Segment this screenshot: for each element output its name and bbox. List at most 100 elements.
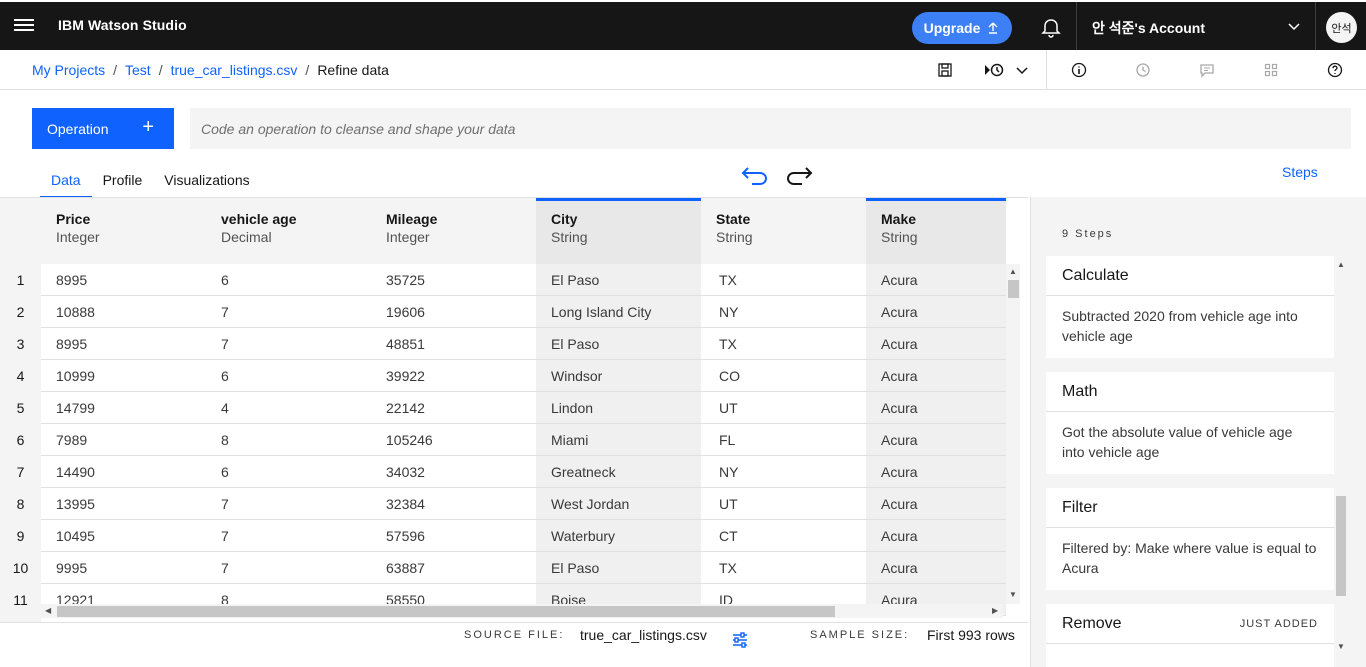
vertical-scrollbar[interactable]: ▲ ▼ (1006, 264, 1020, 604)
cell-mileage[interactable]: 63887 (371, 552, 536, 583)
operation-code-input[interactable] (190, 108, 1351, 149)
cell-state[interactable]: TX (701, 552, 866, 583)
cell-state[interactable]: TX (701, 328, 866, 359)
cell-mileage[interactable]: 105246 (371, 424, 536, 455)
table-row[interactable]: 13995 7 32384 West Jordan UT Acura (41, 488, 1006, 520)
scroll-right-icon[interactable]: ▶ (992, 606, 998, 615)
cell-make[interactable]: Acura (866, 488, 1006, 519)
cell-state[interactable]: CT (701, 520, 866, 551)
table-row[interactable]: 10495 7 57596 Waterbury CT Acura (41, 520, 1006, 552)
cell-price[interactable]: 13995 (41, 488, 206, 519)
history-icon[interactable] (1135, 62, 1151, 78)
cell-mileage[interactable]: 32384 (371, 488, 536, 519)
cell-mileage[interactable]: 35725 (371, 264, 536, 295)
cell-price[interactable]: 14799 (41, 392, 206, 423)
info-icon[interactable] (1071, 62, 1087, 78)
column-header-price[interactable]: Price Integer (41, 198, 206, 264)
undo-icon[interactable] (740, 164, 770, 186)
cell-make[interactable]: Acura (866, 552, 1006, 583)
column-header-city[interactable]: City String (536, 198, 701, 264)
hamburger-menu-icon[interactable] (14, 16, 34, 36)
tab-profile[interactable]: Profile (92, 172, 154, 198)
cell-city[interactable]: Waterbury (536, 520, 701, 551)
cell-make[interactable]: Acura (866, 360, 1006, 391)
cell-price[interactable]: 14490 (41, 456, 206, 487)
cell-make[interactable]: Acura (866, 264, 1006, 295)
cell-city[interactable]: El Paso (536, 328, 701, 359)
chevron-down-icon[interactable] (1287, 20, 1301, 34)
cell-mileage[interactable]: 48851 (371, 328, 536, 359)
cell-make[interactable]: Acura (866, 296, 1006, 327)
step-card-calculate[interactable]: Calculate Subtracted 2020 from vehicle a… (1046, 256, 1334, 358)
scroll-left-icon[interactable]: ◀ (45, 606, 51, 615)
cell-vehicle-age[interactable]: 7 (206, 488, 371, 519)
cell-state[interactable]: NY (701, 296, 866, 327)
cell-vehicle-age[interactable]: 7 (206, 296, 371, 327)
scroll-down-icon[interactable]: ▼ (1337, 642, 1345, 651)
scroll-up-icon[interactable]: ▲ (1009, 267, 1017, 276)
table-row[interactable]: 14490 6 34032 Greatneck NY Acura (41, 456, 1006, 488)
operation-button[interactable]: Operation + (32, 108, 174, 149)
cell-vehicle-age[interactable]: 8 (206, 424, 371, 455)
save-icon[interactable] (937, 62, 953, 78)
cell-mileage[interactable]: 22142 (371, 392, 536, 423)
cell-vehicle-age[interactable]: 7 (206, 328, 371, 359)
cell-state[interactable]: UT (701, 392, 866, 423)
cell-city[interactable]: Miami (536, 424, 701, 455)
cell-city[interactable]: Long Island City (536, 296, 701, 327)
breadcrumb-my-projects[interactable]: My Projects (32, 62, 105, 78)
cell-state[interactable]: FL (701, 424, 866, 455)
cell-vehicle-age[interactable]: 6 (206, 456, 371, 487)
cell-city[interactable]: Windsor (536, 360, 701, 391)
tab-visualizations[interactable]: Visualizations (153, 172, 260, 198)
table-row[interactable]: 9995 7 63887 El Paso TX Acura (41, 552, 1006, 584)
cell-city[interactable]: El Paso (536, 264, 701, 295)
step-card-header[interactable]: Math (1046, 372, 1334, 412)
table-row[interactable]: 8995 7 48851 El Paso TX Acura (41, 328, 1006, 360)
horizontal-scrollbar[interactable]: ◀ ▶ (41, 604, 1003, 618)
cell-price[interactable]: 9995 (41, 552, 206, 583)
redo-icon[interactable] (784, 164, 814, 186)
table-row[interactable]: 7989 8 105246 Miami FL Acura (41, 424, 1006, 456)
step-card-filter[interactable]: Filter Filtered by: Make where value is … (1046, 488, 1334, 590)
chevron-down-icon[interactable] (1014, 62, 1030, 78)
step-card-header[interactable]: Remove JUST ADDED (1046, 604, 1334, 644)
cell-state[interactable]: NY (701, 456, 866, 487)
cell-price[interactable]: 8995 (41, 328, 206, 359)
scrollbar-thumb[interactable] (1008, 280, 1019, 298)
cell-price[interactable]: 10495 (41, 520, 206, 551)
cell-price[interactable]: 7989 (41, 424, 206, 455)
column-header-mileage[interactable]: Mileage Integer (371, 198, 536, 264)
column-header-vehicle-age[interactable]: vehicle age Decimal (206, 198, 371, 264)
cell-make[interactable]: Acura (866, 392, 1006, 423)
upgrade-button[interactable]: Upgrade (912, 12, 1012, 44)
scroll-down-icon[interactable]: ▼ (1009, 590, 1017, 599)
step-card-header[interactable]: Filter (1046, 488, 1334, 528)
step-card-remove[interactable]: Remove JUST ADDED (1046, 604, 1334, 667)
cell-city[interactable]: Greatneck (536, 456, 701, 487)
brand-title[interactable]: IBM Watson Studio (58, 17, 187, 33)
cell-make[interactable]: Acura (866, 328, 1006, 359)
notification-bell-icon[interactable] (1040, 16, 1062, 38)
apps-icon[interactable] (1263, 62, 1279, 78)
cell-vehicle-age[interactable]: 4 (206, 392, 371, 423)
scrollbar-thumb[interactable] (57, 606, 835, 617)
cell-city[interactable]: El Paso (536, 552, 701, 583)
run-job-icon[interactable] (984, 62, 1006, 78)
help-icon[interactable] (1327, 62, 1343, 78)
cell-mileage[interactable]: 39922 (371, 360, 536, 391)
cell-state[interactable]: CO (701, 360, 866, 391)
step-card-header[interactable]: Calculate (1046, 256, 1334, 296)
table-row[interactable]: 8995 6 35725 El Paso TX Acura (41, 264, 1006, 296)
cell-vehicle-age[interactable]: 7 (206, 520, 371, 551)
table-row[interactable]: 10999 6 39922 Windsor CO Acura (41, 360, 1006, 392)
cell-mileage[interactable]: 34032 (371, 456, 536, 487)
avatar[interactable]: 안석 (1326, 12, 1357, 43)
scroll-up-icon[interactable]: ▲ (1337, 260, 1345, 269)
steps-toggle-link[interactable]: Steps (1282, 164, 1318, 180)
cell-price[interactable]: 10999 (41, 360, 206, 391)
cell-make[interactable]: Acura (866, 520, 1006, 551)
account-switcher[interactable]: 안 석준's Account (1092, 18, 1205, 38)
cell-price[interactable]: 8995 (41, 264, 206, 295)
column-header-state[interactable]: State String (701, 198, 866, 264)
